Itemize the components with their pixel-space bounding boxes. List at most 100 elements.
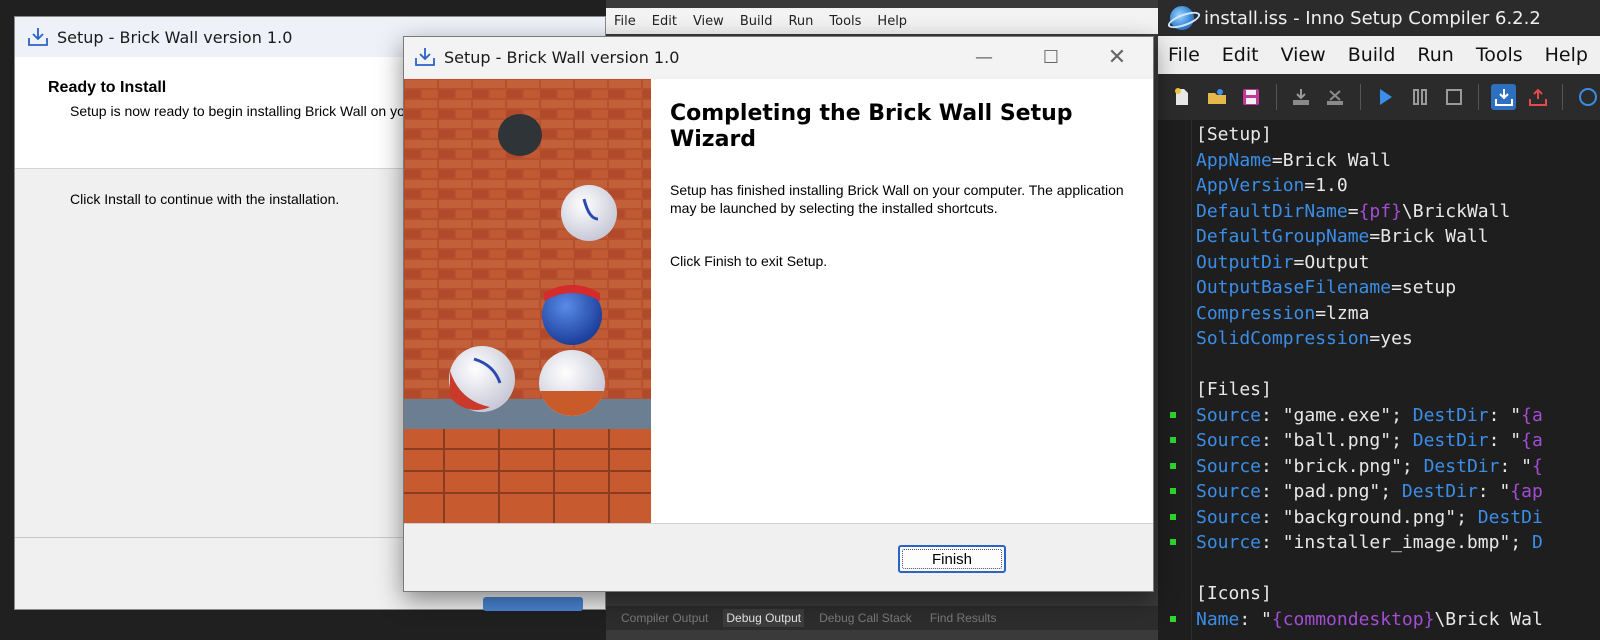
stop-compile-icon[interactable]: [1323, 84, 1348, 110]
breakpoint-marker-icon[interactable]: [1170, 437, 1176, 443]
install-button[interactable]: [483, 597, 583, 611]
finish-button[interactable]: Finish: [898, 545, 1006, 573]
code-token: Name: [1196, 608, 1240, 630]
breakpoint-marker-icon[interactable]: [1170, 513, 1176, 520]
code-line[interactable]: Source: "game.exe"; DestDir: "{a: [1170, 403, 1543, 429]
code-line[interactable]: AppVersion=1.0: [1196, 173, 1543, 199]
breakpoint-marker-icon[interactable]: [1170, 539, 1176, 545]
code-line[interactable]: [Files]: [1196, 377, 1543, 403]
code-line[interactable]: OutputDir=Output: [1196, 250, 1543, 276]
minimize-icon[interactable]: —: [964, 45, 1004, 69]
toolbar-separator: [1359, 84, 1361, 110]
code-token: =Brick Wall: [1369, 226, 1489, 247]
breakpoint-marker-icon[interactable]: [1170, 462, 1176, 469]
toolbar-separator: [1275, 84, 1277, 110]
open-file-icon[interactable]: [1205, 84, 1230, 110]
back-dialog-title: Setup - Brick Wall version 1.0: [57, 27, 293, 47]
code-token: AppVersion: [1196, 175, 1305, 196]
toolbar-separator: [1562, 84, 1564, 110]
inno-setup-logo-icon: [1170, 6, 1194, 30]
code-line[interactable]: [Setup]: [1196, 122, 1543, 148]
window-title: install.iss - Inno Setup Compiler 6.2.2: [1204, 7, 1541, 29]
code-line[interactable]: Source: "pad.png"; DestDir: "{ap: [1170, 479, 1543, 505]
code-token: =lzma: [1315, 302, 1370, 324]
breakpoint-marker-icon[interactable]: [1170, 411, 1176, 418]
menu-help[interactable]: Help: [1545, 44, 1588, 66]
setup-download-icon: [28, 28, 48, 46]
menu-tools[interactable]: Tools: [829, 14, 861, 29]
code-token: DestDir: [1423, 455, 1500, 477]
menu-edit[interactable]: Edit: [652, 14, 677, 29]
tab-debug-output[interactable]: Debug Output: [723, 609, 805, 627]
menu-help[interactable]: Help: [877, 14, 907, 29]
pause-icon[interactable]: [1407, 84, 1432, 110]
code-token: AppName: [1196, 149, 1272, 171]
tab-find-results[interactable]: Find Results: [927, 609, 1000, 627]
wizard-content: Completing the Brick Wall Setup Wizard S…: [404, 79, 1153, 523]
code-token: [Icons]: [1196, 583, 1272, 604]
code-token: : ": [1477, 481, 1511, 502]
code-line[interactable]: AppName=Brick Wall: [1196, 148, 1543, 174]
code-line[interactable]: DefaultDirName={pf}\BrickWall: [1196, 199, 1543, 225]
code-line[interactable]: [1196, 556, 1543, 582]
code-line[interactable]: Source: "ball.png"; DestDir: "{a: [1170, 428, 1543, 454]
setup-complete-dialog: Setup - Brick Wall version 1.0 — ☐ ✕ Com…: [403, 36, 1154, 592]
dialog-title-bar: Setup - Brick Wall version 1.0 — ☐ ✕: [404, 37, 1153, 77]
code-line[interactable]: SolidCompression=yes: [1196, 326, 1543, 352]
close-icon[interactable]: ✕: [1097, 45, 1137, 70]
code-token: \Brick Wal: [1434, 608, 1543, 630]
menu-run[interactable]: Run: [1417, 44, 1453, 66]
code-token: Source: [1196, 481, 1262, 502]
menu-view[interactable]: View: [693, 14, 724, 29]
script-editor[interactable]: [Setup] AppName=Brick Wall AppVersion=1.0 D…: [1158, 120, 1600, 640]
code-token: DestDir: [1412, 430, 1489, 451]
menu-run[interactable]: Run: [788, 14, 813, 29]
menu-build[interactable]: Build: [740, 14, 773, 29]
menu-view[interactable]: View: [1281, 44, 1326, 66]
breakpoint-marker-icon[interactable]: [1170, 488, 1176, 494]
tab-compiler-output[interactable]: Compiler Output: [618, 609, 711, 627]
code-line[interactable]: OutputBaseFilename=setup: [1196, 275, 1543, 301]
code-line[interactable]: [Icons]: [1196, 581, 1543, 607]
ready-body-text: Click Install to continue with the insta…: [70, 191, 340, 207]
code-token: =yes: [1369, 328, 1413, 349]
code-token: : ": [1239, 608, 1272, 630]
code-line[interactable]: Source: "brick.png"; DestDir: "{: [1170, 454, 1543, 480]
code-line[interactable]: DefaultGroupName=Brick Wall: [1196, 224, 1543, 250]
menu-build[interactable]: Build: [1348, 44, 1396, 66]
tab-debug-call-stack[interactable]: Debug Call Stack: [816, 609, 915, 627]
code-line[interactable]: Compression=lzma: [1196, 301, 1543, 327]
wizard-image: [404, 79, 651, 523]
stop-icon[interactable]: [1442, 84, 1467, 110]
script-code[interactable]: [Setup] AppName=Brick Wall AppVersion=1.0 D…: [1170, 122, 1543, 633]
help-icon[interactable]: [1575, 84, 1600, 110]
new-file-icon[interactable]: [1170, 84, 1195, 110]
compile-icon[interactable]: [1289, 84, 1314, 110]
code-line[interactable]: Name: "{commondesktop}\Brick Wal: [1170, 607, 1543, 633]
menu-edit[interactable]: Edit: [1222, 44, 1259, 66]
code-line[interactable]: Source: "installer_image.bmp"; D: [1170, 530, 1543, 556]
menu-file[interactable]: File: [1168, 44, 1200, 66]
target-setup-icon[interactable]: [1491, 84, 1516, 110]
maximize-icon[interactable]: ☐: [1031, 45, 1071, 69]
code-line[interactable]: Source: "background.png"; DestDi: [1170, 505, 1543, 531]
background-ide-menubar: File Edit View Build Run Tools Help: [606, 8, 1158, 34]
code-token: {a: [1521, 430, 1543, 451]
code-token: {: [1531, 455, 1543, 477]
code-token: [Setup]: [1196, 124, 1272, 145]
menu-file[interactable]: File: [614, 14, 636, 29]
code-line[interactable]: [1196, 352, 1543, 378]
menu-tools[interactable]: Tools: [1476, 44, 1523, 66]
breakpoint-marker-icon[interactable]: [1170, 615, 1176, 622]
code-token: DefaultGroupName: [1196, 226, 1370, 247]
code-token: \BrickWall: [1401, 200, 1511, 222]
run-icon[interactable]: [1373, 84, 1398, 110]
code-token: {commondesktop}: [1271, 608, 1435, 630]
target-uninstall-icon[interactable]: [1526, 84, 1551, 110]
save-icon[interactable]: [1239, 84, 1264, 110]
code-token: : "ball.png";: [1261, 430, 1413, 451]
title-bar: install.iss - Inno Setup Compiler 6.2.2: [1158, 0, 1600, 36]
code-token: =Output: [1293, 251, 1370, 273]
completion-message: Setup has finished installing Brick Wall…: [670, 182, 1124, 216]
code-token: Source: [1196, 404, 1262, 426]
